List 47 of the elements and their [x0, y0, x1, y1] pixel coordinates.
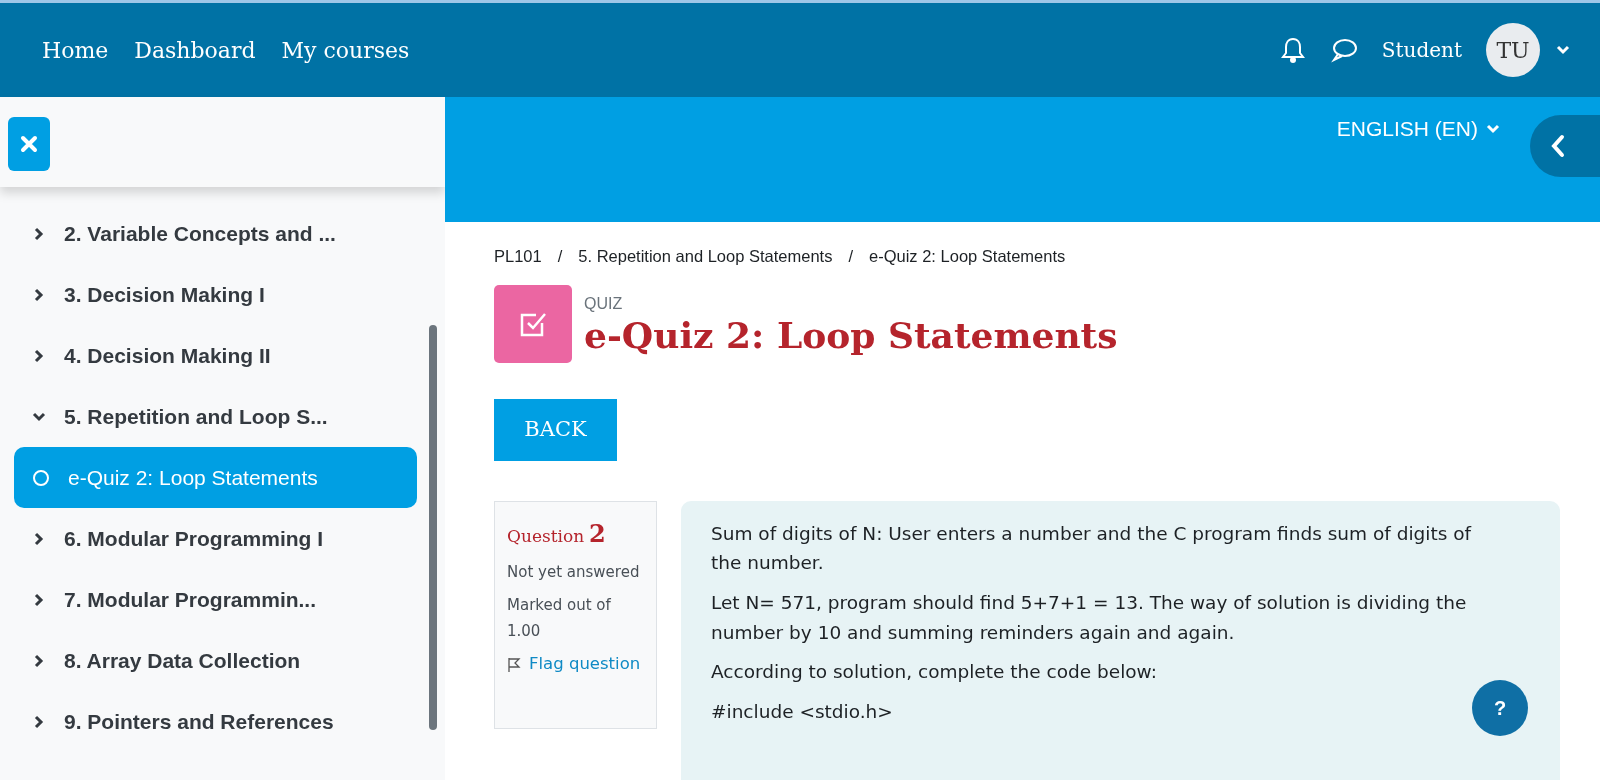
- course-index-item[interactable]: 9. Pointers and References: [0, 691, 431, 752]
- chevron-right-icon[interactable]: [32, 531, 46, 546]
- flag-icon: [507, 656, 521, 673]
- nav-link-item[interactable]: My courses: [281, 33, 410, 67]
- nav-link-item[interactable]: Dashboard: [134, 33, 256, 67]
- breadcrumb-separator: /: [557, 246, 563, 267]
- close-icon: [20, 135, 38, 153]
- question-grade: Marked out of 1.00: [507, 595, 612, 642]
- chevron-right-icon[interactable]: [32, 653, 46, 668]
- nav-link-item[interactable]: Home: [42, 33, 109, 67]
- quiz-icon: [494, 284, 572, 363]
- flag-question-link[interactable]: Flag question: [507, 652, 644, 677]
- dropdown-caret-icon[interactable]: [1556, 45, 1570, 55]
- course-index-item[interactable]: 4. Decision Making II: [0, 325, 431, 386]
- chevron-right-icon[interactable]: [32, 226, 46, 241]
- chevron-right-icon[interactable]: [32, 714, 46, 729]
- notifications-icon[interactable]: [1279, 36, 1306, 64]
- chevron-left-icon: [1550, 134, 1566, 158]
- question-paragraph: Sum of digits of N: User enters a number and the C program finds sum of digits of the number.: [711, 521, 1473, 576]
- question-state: Not yet answered: [507, 561, 641, 583]
- breadcrumb-link[interactable]: e-Quiz 2: Loop Statements: [869, 244, 1066, 269]
- question-paragraph: #include <stdio.h>: [711, 699, 893, 724]
- user-name[interactable]: Student: [1381, 35, 1462, 65]
- breadcrumb-separator: /: [848, 246, 853, 267]
- question-paragraph: According to solution, complete the code below:: [711, 660, 1157, 685]
- user-avatar[interactable]: TU: [1486, 23, 1540, 77]
- question-number: Question 2: [507, 517, 607, 550]
- circle-icon: [32, 468, 50, 487]
- chevron-right-icon[interactable]: [32, 348, 46, 363]
- chevron-right-icon[interactable]: [32, 592, 46, 607]
- chat-icon[interactable]: [1329, 37, 1358, 63]
- course-index-item[interactable]: 8. Array Data Collection: [0, 630, 431, 691]
- breadcrumb-link[interactable]: 5. Repetition and Loop Statements: [578, 244, 833, 269]
- course-index-item[interactable]: 6. Modular Programming I: [0, 508, 431, 569]
- collapse-panel-button[interactable]: [1530, 115, 1600, 177]
- close-drawer-button[interactable]: [8, 117, 50, 171]
- course-index-item[interactable]: 3. Decision Making I: [0, 264, 431, 325]
- activity-type: QUIZ: [584, 293, 624, 314]
- scrollbar-thumb[interactable]: [429, 325, 437, 730]
- page-title: e-Quiz 2: Loop Statements: [584, 315, 1118, 356]
- course-index-item[interactable]: 5. Repetition and Loop S...: [0, 386, 431, 447]
- chevron-right-icon[interactable]: [32, 287, 46, 302]
- course-index-item[interactable]: 2. Variable Concepts and ...: [0, 203, 431, 264]
- course-index-item[interactable]: 7. Modular Programmin...: [0, 569, 431, 630]
- breadcrumb-link[interactable]: PL101: [494, 244, 542, 269]
- caret-icon: [1486, 123, 1500, 134]
- question-paragraph: Let N= 571, program should find 5+7+1 = 13. The way of solution is dividing the number by 10 and summing reminders again and again.: [711, 590, 1468, 645]
